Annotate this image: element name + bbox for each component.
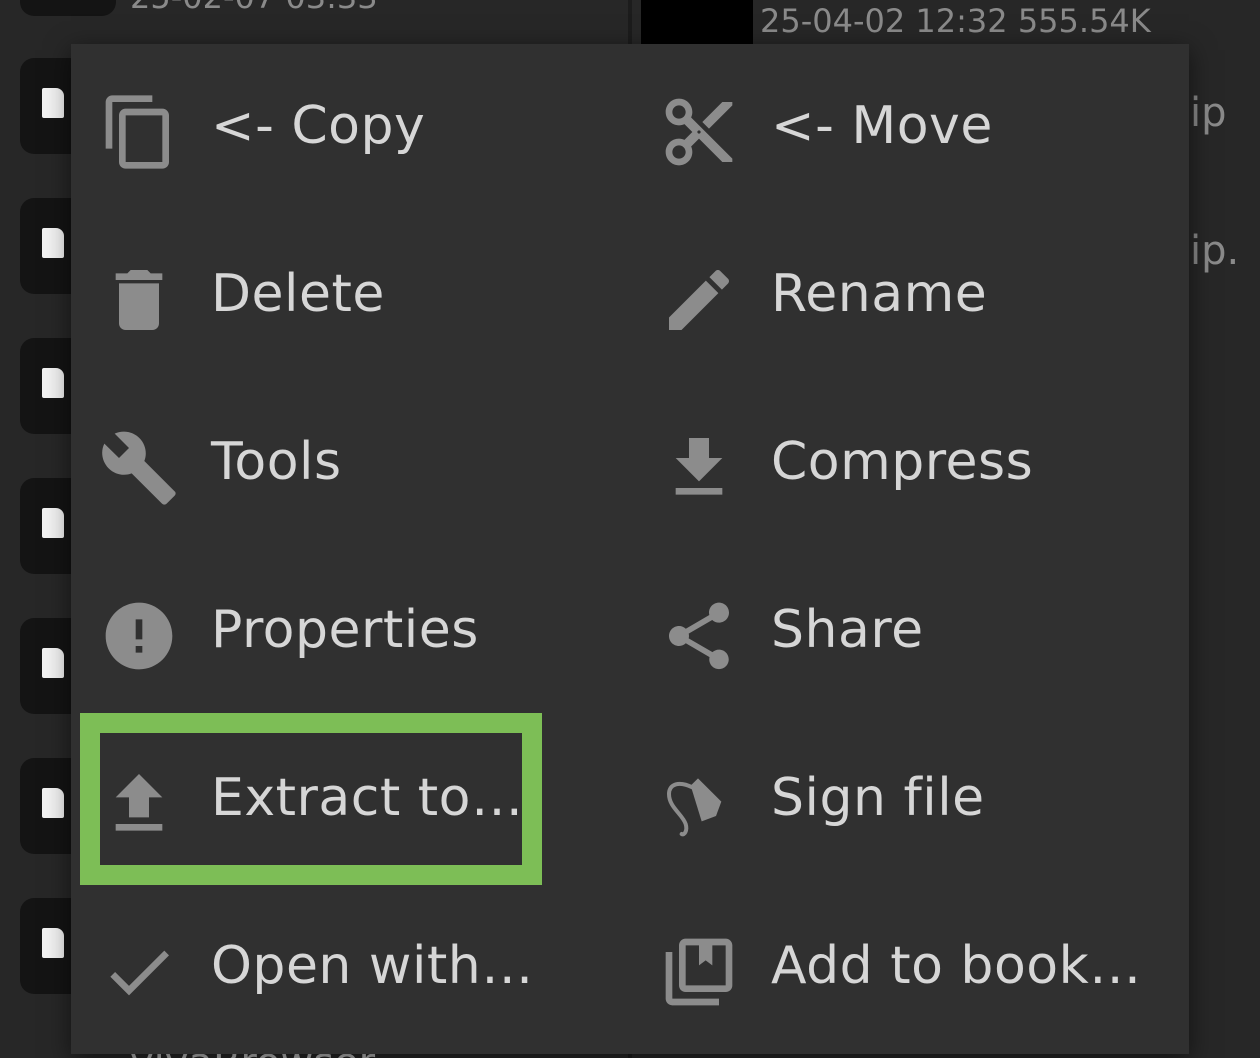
menu-item-label: Tools <box>211 432 342 492</box>
file-name-fragment: ip. <box>1190 228 1240 274</box>
share-icon <box>659 596 739 676</box>
menu-item-label: Sign file <box>771 768 985 828</box>
check-icon <box>99 932 179 1012</box>
file-context-menu: <- Copy <- Move Delete Rename Tools Comp… <box>71 44 1189 1054</box>
menu-item-label: Properties <box>211 600 479 660</box>
menu-item-compress[interactable]: Compress <box>631 380 1181 548</box>
menu-item-move[interactable]: <- Move <box>631 44 1181 212</box>
pencil-icon <box>659 260 739 340</box>
scissors-icon <box>659 92 739 172</box>
menu-item-label: Extract to… <box>211 768 524 828</box>
menu-item-label: <- Copy <box>211 96 426 156</box>
menu-item-label: Share <box>771 600 924 660</box>
menu-item-delete[interactable]: Delete <box>71 212 621 380</box>
copy-icon <box>99 92 179 172</box>
menu-item-tools[interactable]: Tools <box>71 380 621 548</box>
menu-item-label: Rename <box>771 264 988 324</box>
menu-item-label: Add to book… <box>771 936 1142 996</box>
file-timestamp: 25-02-07 03:33 <box>130 0 378 16</box>
file-meta: 25-04-02 12:32 555.54K <box>760 2 1151 40</box>
trash-icon <box>99 260 179 340</box>
menu-item-label: <- Move <box>771 96 993 156</box>
menu-item-share[interactable]: Share <box>631 548 1181 716</box>
bookmark-library-icon <box>659 932 739 1012</box>
download-icon <box>659 428 739 508</box>
wrench-icon <box>99 428 179 508</box>
menu-item-rename[interactable]: Rename <box>631 212 1181 380</box>
info-alert-icon <box>99 596 179 676</box>
file-name-fragment: ip <box>1190 90 1227 136</box>
screen: 25-02-07 03:33 25-04-02 12:32 555.54K ip… <box>0 0 1260 1058</box>
menu-item-open-with[interactable]: Open with… <box>71 884 621 1052</box>
file-thumbnail <box>641 0 753 44</box>
menu-item-add-to-bookmarks[interactable]: Add to book… <box>631 884 1181 1052</box>
signature-pen-icon <box>659 764 739 844</box>
menu-item-extract-to[interactable]: Extract to… <box>71 716 621 884</box>
menu-item-label: Compress <box>771 432 1034 492</box>
menu-item-sign-file[interactable]: Sign file <box>631 716 1181 884</box>
menu-item-label: Delete <box>211 264 385 324</box>
file-icon[interactable] <box>20 0 116 16</box>
menu-item-copy[interactable]: <- Copy <box>71 44 621 212</box>
menu-item-label: Open with… <box>211 936 534 996</box>
menu-item-properties[interactable]: Properties <box>71 548 621 716</box>
upload-icon <box>99 764 179 844</box>
